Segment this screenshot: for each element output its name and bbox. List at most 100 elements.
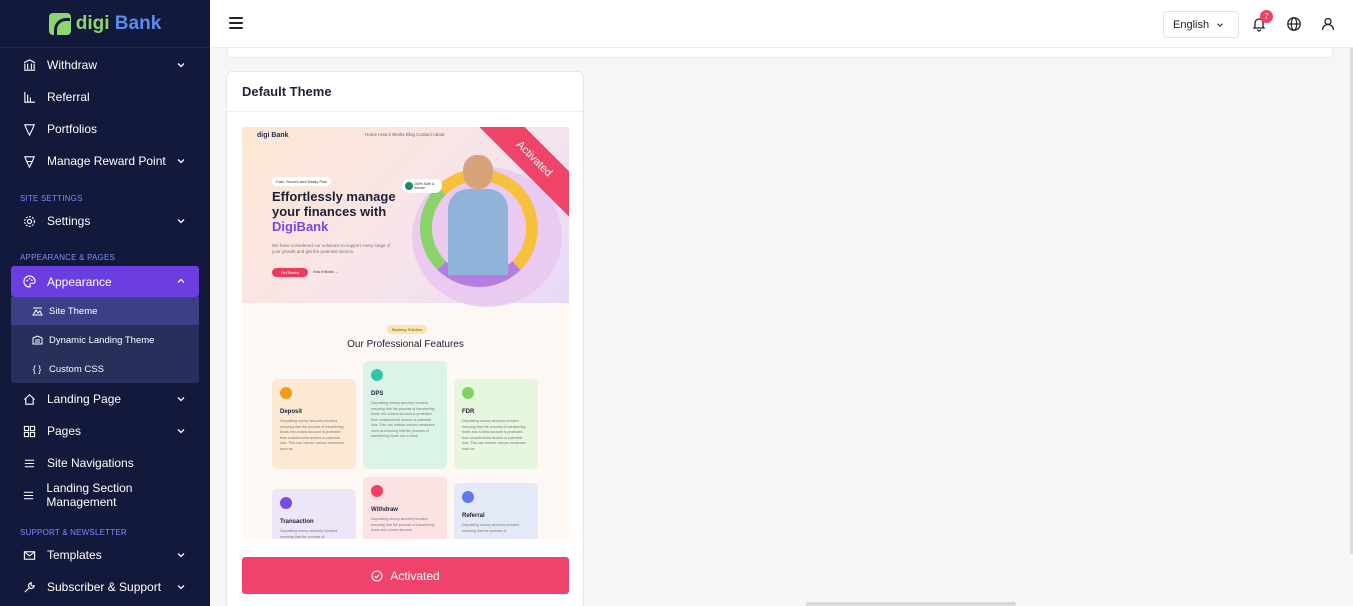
bank-icon <box>22 58 36 72</box>
sidebar-item-label: Pages <box>47 424 82 438</box>
sidebar-item-label: Templates <box>47 548 102 562</box>
sidebar-item-templates[interactable]: Templates <box>11 540 199 570</box>
sidebar-item-portfolios[interactable]: Portfolios <box>11 114 199 144</box>
preview-hero: digi Bank Home How it Works Blog Contact… <box>242 127 569 307</box>
theme-icon <box>31 307 43 316</box>
preview-feature-card: Transaction Depositing money securely in… <box>272 489 356 539</box>
gear-icon <box>22 214 36 228</box>
preview-feature-card: Withdraw Depositing money securely invol… <box>363 477 447 539</box>
chevron-down-icon <box>177 585 185 590</box>
top-header: English 7 <box>210 0 1353 48</box>
submenu-item-site-theme[interactable]: Site Theme <box>11 297 199 325</box>
preview-person-image <box>448 155 508 275</box>
user-profile-icon[interactable] <box>1320 16 1336 32</box>
submenu-item-custom-css[interactable]: { } Custom CSS <box>11 355 199 383</box>
sidebar: digi Bank Withdraw Referral Portfolios M… <box>0 0 210 606</box>
hamburger-menu-icon[interactable] <box>229 17 243 31</box>
sidebar-item-appearance[interactable]: Appearance <box>11 266 199 297</box>
preview-logo: digi Bank <box>257 132 289 139</box>
sidebar-item-label: Portfolios <box>47 122 98 136</box>
sidebar-item-settings[interactable]: Settings <box>11 206 199 236</box>
preview-feature-card: DPS Depositing money securely involves e… <box>363 361 447 469</box>
horizontal-scrollbar[interactable] <box>806 602 1016 606</box>
chevron-down-icon <box>1217 22 1223 27</box>
globe-icon[interactable] <box>1286 16 1302 32</box>
sidebar-item-withdraw[interactable]: Withdraw <box>11 50 199 80</box>
feature-icon <box>462 491 474 503</box>
preview-headline: Effortlessly manage your finances with D… <box>272 189 396 234</box>
palette-icon <box>22 275 36 289</box>
brand-logo[interactable]: digi Bank <box>0 0 210 48</box>
section-support: SUPPORT & NEWSLETTER <box>20 528 127 537</box>
sidebar-item-landing-section-management[interactable]: Landing Section Management <box>11 480 199 510</box>
preview-feature-card: FDR Depositing money securely involves e… <box>454 379 538 469</box>
home-icon <box>22 392 36 406</box>
chevron-down-icon <box>177 429 185 434</box>
sidebar-item-landing-page[interactable]: Landing Page <box>11 384 199 414</box>
submenu-item-dynamic-landing-theme[interactable]: Dynamic Landing Theme <box>11 326 199 354</box>
mail-icon <box>22 548 36 562</box>
sidebar-item-manage-reward-point[interactable]: Manage Reward Point <box>11 146 199 176</box>
activated-button[interactable]: Activated <box>242 557 569 594</box>
submenu-item-label: Site Theme <box>49 305 98 317</box>
section-appearance: APPEARANCE & PAGES <box>20 253 116 262</box>
submenu-item-label: Custom CSS <box>49 363 104 375</box>
feature-icon <box>371 485 383 497</box>
preview-features-title: Our Professional Features <box>347 339 464 350</box>
chevron-down-icon <box>177 159 185 164</box>
building-icon <box>31 335 43 345</box>
language-selector[interactable]: English <box>1163 11 1239 38</box>
sidebar-item-label: Appearance <box>47 274 112 289</box>
activated-button-label: Activated <box>390 568 440 583</box>
theme-card: Default Theme digi Bank Home How it Work… <box>226 71 584 606</box>
theme-preview-image: digi Bank Home How it Works Blog Contact… <box>242 127 569 539</box>
check-circle-icon <box>371 569 383 582</box>
sidebar-item-label: Manage Reward Point <box>47 154 166 168</box>
sidebar-item-label: Landing Section Management <box>46 481 133 509</box>
feature-icon <box>280 497 292 509</box>
sidebar-item-referral[interactable]: Referral <box>11 82 199 112</box>
chevron-down-icon <box>177 553 185 558</box>
sidebar-item-pages[interactable]: Pages <box>11 416 199 446</box>
preview-safe-badge: 100% Safe & Secure <box>402 179 442 193</box>
sidebar-item-site-navigations[interactable]: Site Navigations <box>11 448 199 478</box>
preview-get-started-button: Get Started <box>272 268 308 277</box>
sidebar-item-label: Landing Page <box>47 392 122 406</box>
preview-feature-card: Deposit Depositing money securely involv… <box>272 379 356 469</box>
brand-name-part2: Bank <box>109 12 162 34</box>
sidebar-item-label: Site Navigations <box>47 456 134 470</box>
preview-pill: Fast, Secure and Easily Pick <box>272 177 331 186</box>
notification-count-badge: 7 <box>1260 10 1273 23</box>
previous-card-edge <box>227 48 1333 58</box>
grid-icon <box>22 424 36 438</box>
sidebar-item-label: Settings <box>47 214 91 228</box>
appearance-submenu: Site Theme Dynamic Landing Theme { } Cus… <box>11 297 199 383</box>
chevron-down-icon <box>177 63 185 68</box>
theme-card-title: Default Theme <box>227 72 583 112</box>
brand-logo-icon <box>48 12 71 35</box>
wrench-icon <box>22 580 36 594</box>
preview-headline-accent: DigiBank <box>272 219 329 234</box>
sidebar-item-subscriber-support[interactable]: Subscriber & Support <box>11 572 199 602</box>
preview-feature-card: Referral Depositing money securely invol… <box>454 483 538 539</box>
submenu-item-label: Dynamic Landing Theme <box>49 334 155 346</box>
preview-how-it-works-link: How It Works → <box>313 270 339 274</box>
section-site-settings: SITE SETTINGS <box>20 194 83 203</box>
badge-icon <box>22 122 36 136</box>
feature-icon <box>371 369 383 381</box>
sidebar-item-label: Referral <box>47 90 90 104</box>
chevron-down-icon <box>177 397 185 402</box>
chevron-down-icon <box>177 219 185 224</box>
menu-icon <box>22 456 36 470</box>
chevron-up-icon <box>177 278 185 283</box>
sidebar-item-label: Withdraw <box>47 58 98 72</box>
feature-icon <box>462 387 474 399</box>
referral-icon <box>22 90 36 104</box>
preview-features-tag: Banking Solution <box>387 325 428 334</box>
reward-icon <box>22 154 36 168</box>
sidebar-item-label: Subscriber & Support <box>47 580 162 594</box>
preview-nav: Home How it Works Blog Contact About <box>365 132 445 137</box>
braces-icon: { } <box>32 364 42 374</box>
language-value: English <box>1173 18 1210 31</box>
feature-icon <box>280 387 292 399</box>
